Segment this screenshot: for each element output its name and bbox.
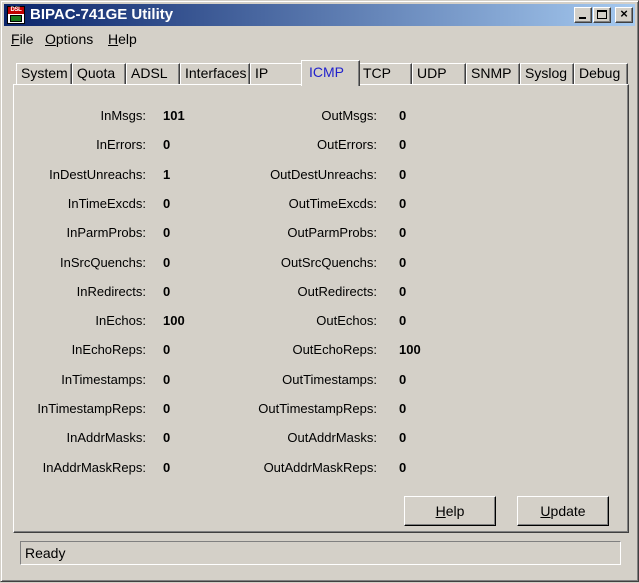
update-button[interactable]: Update: [517, 496, 609, 526]
minimize-icon: [579, 17, 586, 19]
tab-snmp[interactable]: SNMP: [466, 63, 520, 85]
menu-help-mnemonic: H: [108, 31, 119, 47]
tab-syslog[interactable]: Syslog: [520, 63, 574, 85]
tab-ip[interactable]: IP: [250, 63, 303, 85]
title-bar[interactable]: DSL BIPAC-741GE Utility ×: [4, 4, 635, 26]
maximize-button[interactable]: [593, 7, 611, 23]
menu-options[interactable]: Options: [45, 31, 93, 47]
close-button[interactable]: ×: [615, 7, 633, 23]
status-bar: Ready: [20, 541, 621, 565]
tab-icmp[interactable]: ICMP: [301, 60, 360, 86]
help-button-mnemonic: H: [435, 503, 446, 519]
menu-bar: File Options Help: [4, 28, 635, 49]
minimize-button[interactable]: [574, 7, 592, 23]
update-button-label: pdate: [550, 503, 586, 519]
help-button[interactable]: Help: [404, 496, 496, 526]
app-icon-screen: [10, 15, 22, 22]
tab-udp[interactable]: UDP: [412, 63, 466, 85]
menu-file[interactable]: File: [11, 31, 34, 47]
tab-adsl[interactable]: ADSL: [126, 63, 180, 85]
tab-debug[interactable]: Debug: [574, 63, 628, 85]
menu-options-mnemonic: O: [45, 31, 56, 47]
router-app-icon[interactable]: DSL: [7, 6, 25, 24]
tab-interfaces[interactable]: Interfaces: [180, 63, 250, 85]
window-title: BIPAC-741GE Utility: [30, 6, 174, 23]
app-icon-label: DSL: [8, 7, 24, 14]
close-icon: ×: [620, 6, 628, 21]
icmp-tab-page: [13, 84, 629, 533]
maximize-icon: [597, 10, 607, 19]
app-window: DSL BIPAC-741GE Utility × File Options H…: [0, 0, 639, 582]
menu-file-mnemonic: F: [11, 31, 20, 47]
menu-help-label: elp: [118, 31, 137, 47]
menu-file-label: ile: [19, 31, 34, 47]
tab-tcp[interactable]: TCP: [358, 63, 412, 85]
menu-options-label: ptions: [55, 31, 94, 47]
help-button-label: elp: [445, 503, 465, 519]
menu-help[interactable]: Help: [108, 31, 137, 47]
tab-quota[interactable]: Quota: [72, 63, 126, 85]
tab-system[interactable]: System: [16, 63, 72, 85]
update-button-mnemonic: U: [540, 503, 551, 519]
